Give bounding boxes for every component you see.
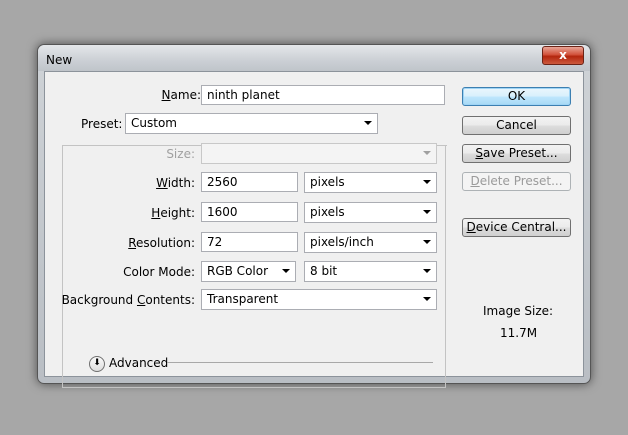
double-chevron-down-icon: ⬇ xyxy=(93,358,101,368)
width-input[interactable]: 2560 xyxy=(201,172,298,192)
dropdown-arrow-icon xyxy=(423,269,431,273)
dialog-title: New xyxy=(46,53,73,67)
image-size-value: 11.7M xyxy=(500,326,538,340)
color-mode-value: RGB Color xyxy=(207,264,269,278)
bit-depth-value: 8 bit xyxy=(310,264,338,278)
device-central-button[interactable]: Device Central... xyxy=(462,218,571,237)
width-label: Width: xyxy=(156,176,195,190)
save-preset-button[interactable]: Save Preset... xyxy=(462,144,571,163)
close-icon: x xyxy=(559,48,567,62)
size-label: Size: xyxy=(166,147,195,161)
width-unit-value: pixels xyxy=(310,175,345,189)
width-unit-select[interactable]: pixels xyxy=(304,172,437,193)
image-size-label: Image Size: xyxy=(483,304,554,318)
preset-label: Preset: xyxy=(81,117,123,131)
dropdown-arrow-icon xyxy=(423,151,431,155)
preset-value: Custom xyxy=(131,116,177,130)
advanced-label: Advanced xyxy=(109,356,169,370)
background-contents-label: Background Contents: xyxy=(61,293,195,307)
resolution-label: Resolution: xyxy=(128,236,195,250)
dropdown-arrow-icon xyxy=(364,121,372,125)
dropdown-arrow-icon xyxy=(423,180,431,184)
height-label: Height: xyxy=(151,206,195,220)
dropdown-arrow-icon xyxy=(423,240,431,244)
dialog-body: Name: ninth planet Preset: Custom Size: … xyxy=(44,71,584,388)
dropdown-arrow-icon xyxy=(423,297,431,301)
new-document-dialog: New x Name: ninth planet Preset: Custom … xyxy=(37,44,591,388)
dropdown-arrow-icon xyxy=(423,210,431,214)
color-mode-label: Color Mode: xyxy=(123,265,195,279)
preset-select[interactable]: Custom xyxy=(125,113,378,134)
ok-button[interactable]: OK xyxy=(462,87,571,106)
cancel-button[interactable]: Cancel xyxy=(462,116,571,135)
color-mode-select[interactable]: RGB Color xyxy=(201,261,296,282)
height-input[interactable]: 1600 xyxy=(201,202,298,222)
resolution-input[interactable]: 72 xyxy=(201,232,298,252)
dropdown-arrow-icon xyxy=(282,269,290,273)
height-unit-select[interactable]: pixels xyxy=(304,202,437,223)
height-unit-value: pixels xyxy=(310,205,345,219)
advanced-toggle[interactable]: ⬇ xyxy=(89,356,105,372)
resolution-unit-select[interactable]: pixels/inch xyxy=(304,232,437,253)
name-input[interactable]: ninth planet xyxy=(201,85,445,105)
advanced-divider xyxy=(167,362,433,363)
size-select xyxy=(201,143,437,164)
delete-preset-button: Delete Preset... xyxy=(462,172,571,191)
title-bar[interactable]: New x xyxy=(38,45,590,71)
name-label: Name: xyxy=(161,88,201,102)
background-contents-select[interactable]: Transparent xyxy=(201,289,437,310)
close-button[interactable]: x xyxy=(542,46,584,65)
bit-depth-select[interactable]: 8 bit xyxy=(304,261,437,282)
background-contents-value: Transparent xyxy=(207,292,279,306)
resolution-unit-value: pixels/inch xyxy=(310,235,374,249)
